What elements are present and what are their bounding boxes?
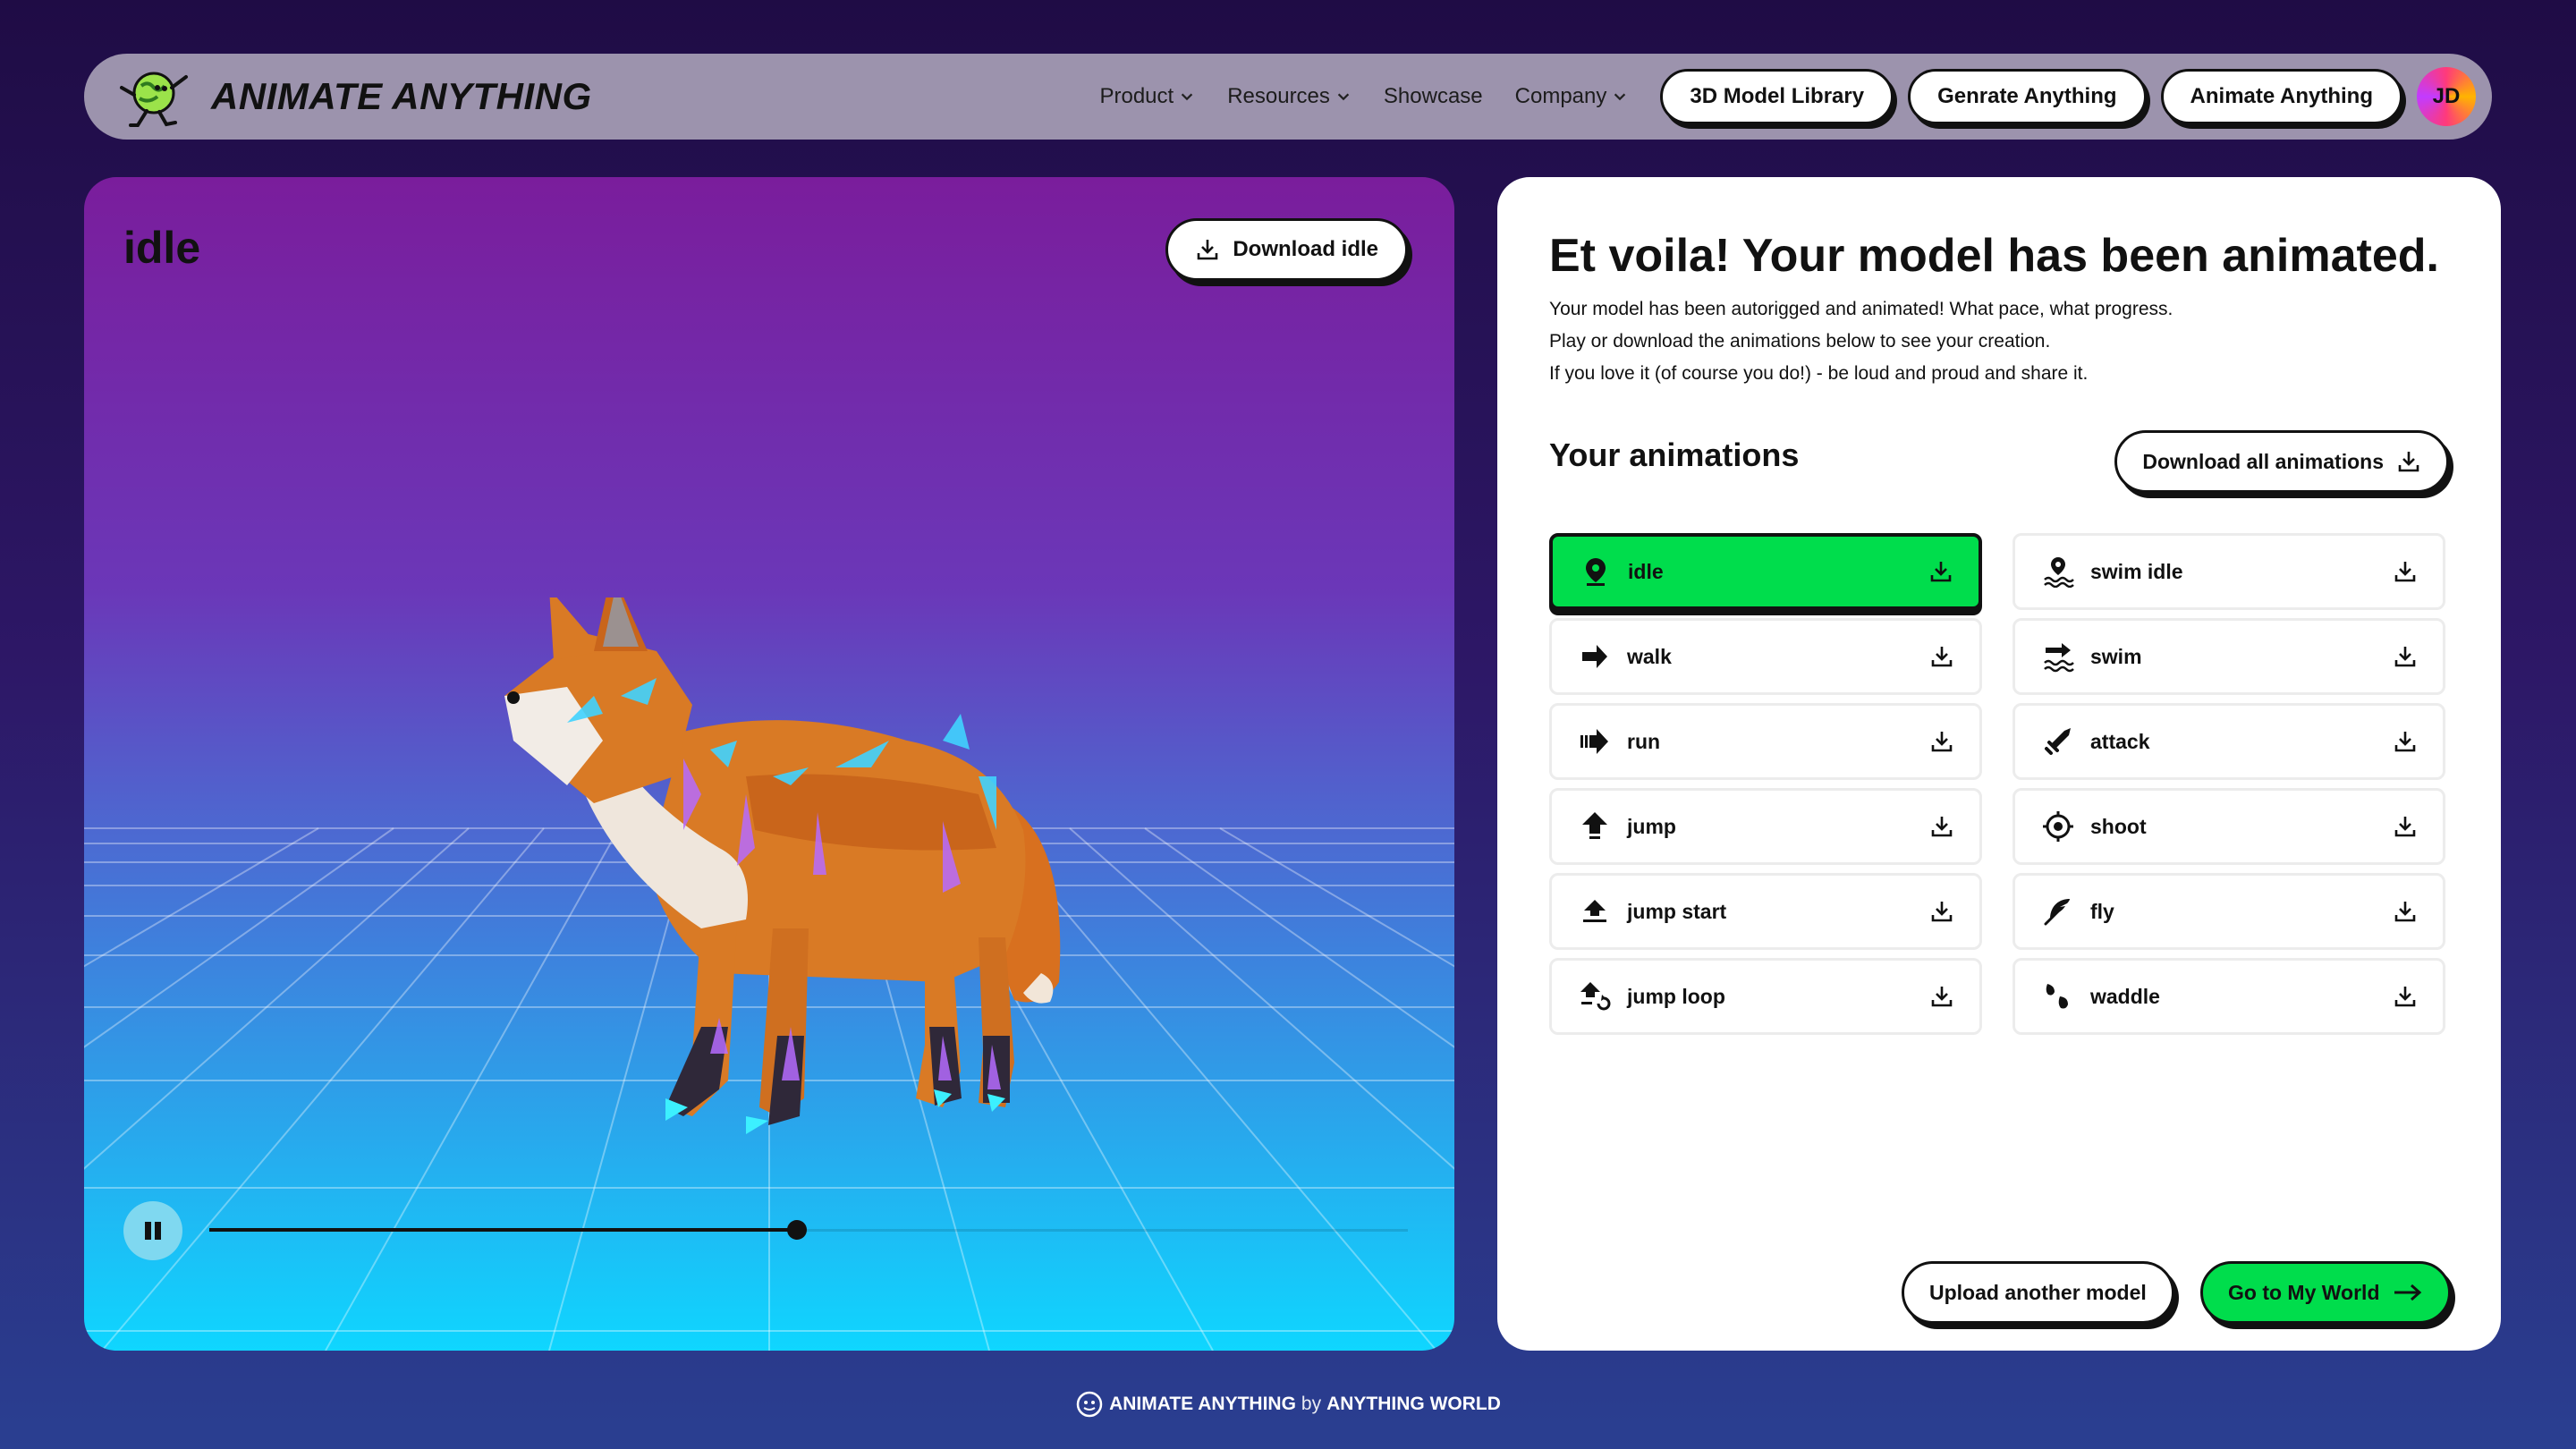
animation-item-waddle[interactable]: waddle (2012, 958, 2445, 1035)
generate-anything-button[interactable]: Genrate Anything (1908, 69, 2147, 124)
avatar-initials: JD (2432, 84, 2461, 108)
animation-item-idle[interactable]: idle (1549, 533, 1982, 610)
arrow-up-loop-icon (1580, 982, 1611, 1011)
animation-item-jump-loop[interactable]: jump loop (1549, 958, 1982, 1035)
animate-anything-button[interactable]: Animate Anything (2160, 69, 2402, 124)
globe-logo-icon (1076, 1391, 1103, 1418)
brand-logo[interactable]: ANIMATE ANYTHING (114, 61, 592, 132)
model-viewer[interactable]: idle Download idle (84, 177, 1454, 1351)
animation-label: jump (1627, 814, 1676, 838)
download-icon (2398, 452, 2419, 472)
animation-item-jump-start[interactable]: jump start (1549, 873, 1982, 950)
animation-item-walk[interactable]: walk (1549, 618, 1982, 695)
download-icon[interactable] (2393, 644, 2418, 669)
download-icon[interactable] (2393, 559, 2418, 584)
animation-label: swim idle (2090, 559, 2183, 583)
download-icon[interactable] (1929, 984, 1954, 1009)
chevron-down-icon (1181, 93, 1193, 101)
map-pin-icon (1586, 558, 1606, 586)
arrow-up-bar-icon (1583, 900, 1606, 922)
footer-by: by (1301, 1394, 1322, 1414)
download-icon[interactable] (1929, 814, 1954, 839)
description-line: If you love it (of course you do!) - be … (1549, 363, 2089, 384)
arrow-up-icon (1582, 812, 1607, 839)
brand-name: ANIMATE ANYTHING (211, 75, 592, 117)
sword-icon (2045, 728, 2071, 755)
nav-link-label: Company (1514, 84, 1607, 108)
description-line: Your model has been autorigged and anima… (1549, 299, 2174, 319)
fast-arrow-icon (1580, 729, 1608, 754)
go-to-my-world-label: Go to My World (2228, 1280, 2380, 1304)
animation-item-swim-idle[interactable]: swim idle (2012, 533, 2445, 610)
animation-label: walk (1627, 644, 1672, 668)
pause-icon (145, 1222, 161, 1240)
model-library-button[interactable]: 3D Model Library (1660, 69, 1894, 124)
animations-heading: Your animations (1549, 436, 1800, 473)
description: Your model has been autorigged and anima… (1549, 293, 2173, 390)
download-icon[interactable] (2393, 814, 2418, 839)
animation-item-attack[interactable]: attack (2012, 703, 2445, 780)
nav-link-showcase[interactable]: Showcase (1384, 84, 1483, 109)
timeline-progress (209, 1228, 797, 1232)
footer: ANIMATE ANYTHING by ANYTHING WORLD (0, 1390, 2576, 1419)
animation-label: swim (2090, 644, 2142, 668)
download-icon[interactable] (1928, 559, 1953, 584)
chevron-down-icon (1337, 93, 1350, 101)
animation-list: idle swim idle walk swim run attack jump… (1549, 533, 2449, 1035)
animation-label: fly (2090, 899, 2114, 923)
pause-button[interactable] (123, 1201, 182, 1260)
animation-label: run (1627, 729, 1661, 753)
download-all-button[interactable]: Download all animations (2114, 430, 2449, 493)
waves-icon (2044, 643, 2074, 673)
nav-link-label: Resources (1227, 84, 1330, 108)
go-to-my-world-button[interactable]: Go to My World (2200, 1261, 2451, 1324)
page-title: Et voila! Your model has been animated. (1549, 230, 2439, 282)
animation-label: waddle (2090, 984, 2160, 1008)
animation-label: jump start (1627, 899, 1727, 923)
animation-label: shoot (2090, 814, 2147, 838)
nav-actions: Product Resources Showcase Company 3D Mo… (1099, 67, 2476, 126)
nav-link-label: Showcase (1383, 84, 1483, 108)
upload-another-model-button[interactable]: Upload another model (1902, 1261, 2174, 1324)
download-icon[interactable] (2393, 729, 2418, 754)
nav-link-resources[interactable]: Resources (1227, 84, 1352, 109)
top-navigation: ANIMATE ANYTHING Product Resources Showc… (84, 54, 2492, 140)
crosshair-icon (2043, 811, 2073, 842)
download-icon[interactable] (2393, 899, 2418, 924)
download-all-label: Download all animations (2142, 449, 2384, 473)
download-icon[interactable] (2393, 984, 2418, 1009)
nav-link-product[interactable]: Product (1099, 84, 1195, 109)
download-icon (1198, 240, 1218, 260)
download-current-button[interactable]: Download idle (1165, 218, 1408, 281)
footprints-icon (2046, 984, 2068, 1009)
animation-label: jump loop (1627, 984, 1725, 1008)
animation-item-jump[interactable]: jump (1549, 788, 1982, 865)
animation-item-shoot[interactable]: shoot (2012, 788, 2445, 865)
arrow-right-icon (2394, 1284, 2421, 1301)
nav-link-company[interactable]: Company (1515, 84, 1629, 109)
feather-icon (2044, 899, 2070, 926)
timeline-handle[interactable] (786, 1220, 807, 1240)
animation-label: attack (2090, 729, 2150, 753)
nav-link-label: Product (1099, 84, 1174, 108)
avatar[interactable]: JD (2417, 67, 2476, 126)
swimmer-icon (2044, 557, 2074, 588)
chevron-down-icon (1614, 93, 1626, 101)
animation-label: idle (1628, 559, 1664, 583)
footer-company[interactable]: ANYTHING WORLD (1326, 1394, 1501, 1415)
arrow-right-icon (1582, 645, 1607, 668)
animation-item-fly[interactable]: fly (2012, 873, 2445, 950)
download-icon[interactable] (1929, 729, 1954, 754)
animation-item-swim[interactable]: swim (2012, 618, 2445, 695)
animation-results-panel: Et voila! Your model has been animated. … (1497, 177, 2501, 1351)
animation-item-run[interactable]: run (1549, 703, 1982, 780)
running-globe-icon (120, 72, 188, 127)
download-icon[interactable] (1929, 644, 1954, 669)
footer-brand[interactable]: ANIMATE ANYTHING (1109, 1394, 1296, 1415)
description-line: Play or download the animations below to… (1549, 331, 2051, 352)
download-icon[interactable] (1929, 899, 1954, 924)
download-current-label: Download idle (1233, 237, 1378, 261)
fox-3d-model[interactable] (478, 597, 1122, 1206)
current-animation-title: idle (123, 223, 201, 273)
